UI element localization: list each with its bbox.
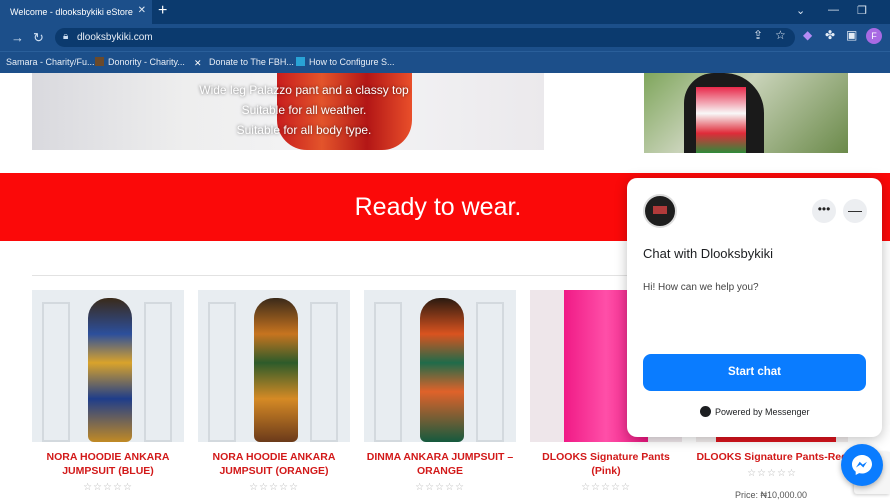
hero-image[interactable]: Wide leg Palazzo pant and a classy top S… (32, 73, 544, 150)
product-name[interactable]: NORA HOODIE ANKARA JUMPSUIT (ORANGE) (198, 450, 350, 478)
rating-stars: ☆☆☆☆☆ (747, 468, 797, 479)
chat-title: Chat with Dlooksbykiki (643, 246, 774, 261)
product-card[interactable]: DINMA ANKARA JUMPSUIT – ORANGE ☆☆☆☆☆ (364, 290, 516, 493)
puzzle-icon[interactable]: ✤ (825, 28, 835, 42)
powered-by-messenger: Powered by Messenger (700, 406, 810, 417)
bookmark-favicon (296, 57, 305, 66)
new-tab-button[interactable]: + (158, 2, 167, 20)
product-name[interactable]: DLOOKS Signature Pants-Red (696, 450, 848, 464)
share-icon[interactable]: ⇪ (753, 28, 763, 42)
door-panel (374, 302, 402, 442)
hero-caption-line: Suitable for all body type. (236, 123, 372, 137)
door-panel (208, 302, 236, 442)
product-name[interactable]: DINMA ANKARA JUMPSUIT – ORANGE (364, 450, 516, 478)
door-panel (476, 302, 504, 442)
product-name[interactable]: NORA HOODIE ANKARA JUMPSUIT (BLUE) (32, 450, 184, 478)
section-divider (32, 275, 652, 276)
messenger-icon (852, 455, 872, 475)
url-text[interactable]: dlooksbykiki.com (77, 32, 153, 43)
product-card[interactable]: NORA HOODIE ANKARA JUMPSUIT (ORANGE) ☆☆☆☆… (198, 290, 350, 493)
bookmark-item[interactable]: Donority - Charity... (95, 57, 185, 67)
messenger-icon (700, 406, 711, 417)
product-model (420, 298, 464, 442)
product-card[interactable]: NORA HOODIE ANKARA JUMPSUIT (BLUE) ☆☆☆☆☆ (32, 290, 184, 493)
minimize-chat-icon[interactable]: — (843, 199, 867, 223)
rating-stars: ☆☆☆☆☆ (581, 482, 631, 493)
address-bar-row: → ↻ 🔒︎ dlooksbykiki.com ⇪ ☆ ◆ ✤ ▣ F (0, 24, 890, 51)
door-panel (310, 302, 338, 442)
browser-tab-strip: Welcome - dlooksbykiki eStore ✕ + ⌄ — ❐ (0, 0, 890, 24)
bookmark-favicon (95, 57, 104, 66)
product-price: Price: ₦10,000.00 (735, 490, 808, 500)
promo-image[interactable] (644, 73, 848, 153)
product-image[interactable] (198, 290, 350, 442)
bookmark-item[interactable]: Samara - Charity/Fu... (6, 57, 95, 67)
chat-greeting: Hi! How can we help you? (643, 282, 759, 293)
bookmark-item[interactable]: How to Configure S... (296, 57, 395, 67)
sidebar-icon[interactable]: ▣ (846, 28, 857, 42)
lock-icon: 🔒︎ (63, 31, 69, 42)
minimize-window-icon[interactable]: — (828, 4, 839, 16)
business-logo (643, 194, 677, 228)
door-panel (42, 302, 70, 442)
browser-tab[interactable]: Welcome - dlooksbykiki eStore ✕ (0, 0, 152, 24)
forward-icon[interactable]: → (11, 30, 24, 45)
omnibox[interactable]: 🔒︎ dlooksbykiki.com (55, 28, 795, 47)
messenger-launcher-button[interactable] (841, 444, 883, 486)
restore-window-icon[interactable]: ❐ (857, 4, 867, 17)
extension-icon[interactable]: ◆ (803, 28, 812, 42)
product-model (254, 298, 298, 442)
model-outfit (696, 87, 746, 153)
bookmark-favicon: ✕ (194, 58, 202, 68)
bookmark-item[interactable]: ✕ Donate to The FBH... (194, 57, 294, 68)
product-name[interactable]: DLOOKS Signature Pants (Pink) (530, 450, 682, 478)
product-model (88, 298, 132, 442)
product-image[interactable] (32, 290, 184, 442)
close-tab-icon[interactable]: ✕ (138, 5, 146, 16)
hero-caption-line: Wide leg Palazzo pant and a classy top (199, 83, 409, 97)
tab-title: Welcome - dlooksbykiki eStore (10, 7, 133, 17)
more-options-icon[interactable]: ••• (812, 199, 836, 223)
bookmarks-bar: Samara - Charity/Fu... Donority - Charit… (0, 51, 890, 73)
start-chat-button[interactable]: Start chat (643, 354, 866, 391)
hero-caption-line: Suitable for all weather. (241, 103, 367, 117)
tab-search-icon[interactable]: ⌄ (796, 4, 805, 17)
profile-avatar[interactable]: F (866, 28, 882, 44)
rating-stars: ☆☆☆☆☆ (249, 482, 299, 493)
rating-stars: ☆☆☆☆☆ (415, 482, 465, 493)
door-panel (144, 302, 172, 442)
bookmark-star-icon[interactable]: ☆ (775, 28, 786, 42)
reload-icon[interactable]: ↻ (33, 30, 44, 46)
rating-stars: ☆☆☆☆☆ (83, 482, 133, 493)
product-image[interactable] (364, 290, 516, 442)
